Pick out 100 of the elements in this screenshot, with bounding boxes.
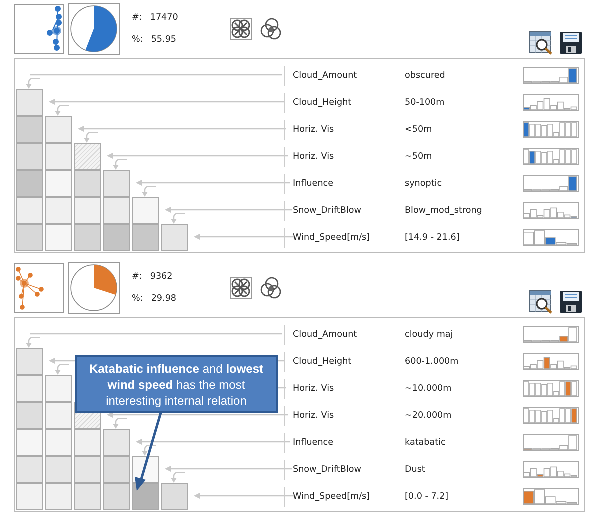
- matrix-cell[interactable]: [45, 456, 72, 483]
- percent-label: %:: [132, 35, 144, 45]
- matrix-cell[interactable]: [45, 197, 72, 224]
- matrix-cell[interactable]: [16, 89, 43, 116]
- attribute-name: Snow_DriftBlow: [293, 464, 362, 474]
- matrix-cell[interactable]: [45, 483, 72, 510]
- matrix-cell[interactable]: [16, 170, 43, 197]
- attribute-name: Wind_Speed[m/s]: [293, 492, 372, 502]
- attribute-name: Cloud_Amount: [293, 330, 358, 340]
- callout-tooltip: Katabatic influence and lowest wind speed has the most interesting internal relation: [75, 355, 278, 413]
- node-link-drawing: [16, 266, 45, 310]
- matrix-cell[interactable]: [161, 483, 188, 510]
- matrix-cell[interactable]: [132, 197, 159, 224]
- calendar-search-icon[interactable]: [529, 31, 553, 55]
- attribute-name: Influence: [293, 178, 335, 188]
- attribute-name: Horiz. Vis: [293, 152, 336, 162]
- attribute-name: Influence: [293, 438, 335, 448]
- histogram-thumbnail: [523, 353, 579, 370]
- attribute-name: Wind_Speed[m/s]: [293, 232, 372, 242]
- matrix-cell[interactable]: [132, 483, 159, 510]
- crossed-circles-icon[interactable]: [230, 277, 252, 299]
- matrix-cell[interactable]: [74, 456, 101, 483]
- hatched-matrix-cell[interactable]: [74, 143, 101, 170]
- attribute-value: Blow_mod_strong: [405, 206, 484, 216]
- attribute-value: [14.9 - 21.6]: [405, 232, 461, 242]
- matrix-cell[interactable]: [74, 429, 101, 456]
- matrix-cell[interactable]: [45, 224, 72, 251]
- down-arrow-icon: [24, 78, 40, 89]
- matrix-cell[interactable]: [16, 143, 43, 170]
- attribute-value: synoptic: [405, 178, 444, 188]
- histogram-thumbnail: [523, 202, 579, 219]
- down-arrow-icon: [111, 159, 127, 170]
- matrix-cell[interactable]: [74, 483, 101, 510]
- histogram-thumbnail: [523, 407, 579, 424]
- matrix-cell[interactable]: [16, 402, 43, 429]
- matrix-cell[interactable]: [16, 483, 43, 510]
- matrix-cell[interactable]: [103, 197, 130, 224]
- down-arrow-icon: [24, 337, 40, 348]
- histogram-thumbnail: [523, 461, 579, 478]
- attribute-value: [0.0 - 7.2]: [405, 492, 450, 502]
- matrix-cell[interactable]: [45, 143, 72, 170]
- matrix-cell[interactable]: [16, 375, 43, 402]
- matrix-cell[interactable]: [103, 429, 130, 456]
- save-icon[interactable]: [559, 290, 583, 314]
- attribute-name: Cloud_Height: [293, 98, 353, 108]
- venn-icon[interactable]: [260, 18, 282, 40]
- matrix-cell[interactable]: [45, 402, 72, 429]
- matrix-cell[interactable]: [16, 456, 43, 483]
- histogram-thumbnail: [523, 488, 579, 505]
- count-value: 9362: [150, 272, 173, 282]
- down-arrow-icon: [140, 186, 156, 197]
- attribute-value: 600-1.000m: [405, 356, 460, 366]
- count-value: 17470: [150, 13, 178, 23]
- down-arrow-icon: [111, 418, 127, 429]
- matrix-cell[interactable]: [16, 197, 43, 224]
- attribute-value: Dust: [405, 464, 426, 474]
- attribute-name: Horiz. Vis: [293, 124, 336, 134]
- matrix-cell[interactable]: [103, 483, 130, 510]
- down-arrow-icon: [53, 364, 69, 375]
- percent-value: 29.98: [151, 294, 177, 304]
- matrix-cell[interactable]: [16, 429, 43, 456]
- matrix-cell[interactable]: [74, 224, 101, 251]
- matrix-cell[interactable]: [16, 116, 43, 143]
- matrix-cell[interactable]: [103, 456, 130, 483]
- attribute-name: Cloud_Height: [293, 356, 353, 366]
- histogram-thumbnail: [523, 326, 579, 343]
- matrix-cell[interactable]: [45, 170, 72, 197]
- node-link-drawing: [47, 6, 62, 52]
- histogram-thumbnail: [523, 434, 579, 451]
- percent-label: %:: [132, 294, 144, 304]
- attribute-name: Horiz. Vis: [293, 410, 336, 420]
- save-icon[interactable]: [559, 31, 583, 55]
- histogram-thumbnail: [523, 94, 579, 111]
- histogram-thumbnail: [523, 380, 579, 397]
- histogram-thumbnail: [523, 121, 579, 138]
- matrix-cell[interactable]: [45, 116, 72, 143]
- down-arrow-icon: [140, 445, 156, 456]
- matrix-cell[interactable]: [103, 170, 130, 197]
- matrix-cell[interactable]: [16, 224, 43, 251]
- histogram-thumbnail: [523, 229, 579, 246]
- matrix-cell[interactable]: [74, 170, 101, 197]
- matrix-cell[interactable]: [45, 429, 72, 456]
- matrix-cell[interactable]: [45, 375, 72, 402]
- matrix-cell[interactable]: [74, 197, 101, 224]
- attribute-value: <50m: [405, 124, 434, 134]
- calendar-search-icon[interactable]: [529, 290, 553, 314]
- count-label: #:: [132, 272, 142, 282]
- attribute-value: ~20.000m: [405, 410, 453, 420]
- attribute-value: cloudy maj: [405, 330, 454, 340]
- crossed-circles-icon[interactable]: [230, 18, 252, 40]
- down-arrow-icon: [53, 105, 69, 116]
- matrix-cell[interactable]: [103, 224, 130, 251]
- down-arrow-icon: [169, 213, 185, 224]
- matrix-cell[interactable]: [161, 224, 188, 251]
- attribute-value: 50-100m: [405, 98, 446, 108]
- attribute-value: ~50m: [405, 152, 434, 162]
- matrix-cell[interactable]: [132, 224, 159, 251]
- matrix-cell[interactable]: [16, 348, 43, 375]
- venn-icon[interactable]: [260, 277, 282, 299]
- attribute-name: Snow_DriftBlow: [293, 206, 362, 216]
